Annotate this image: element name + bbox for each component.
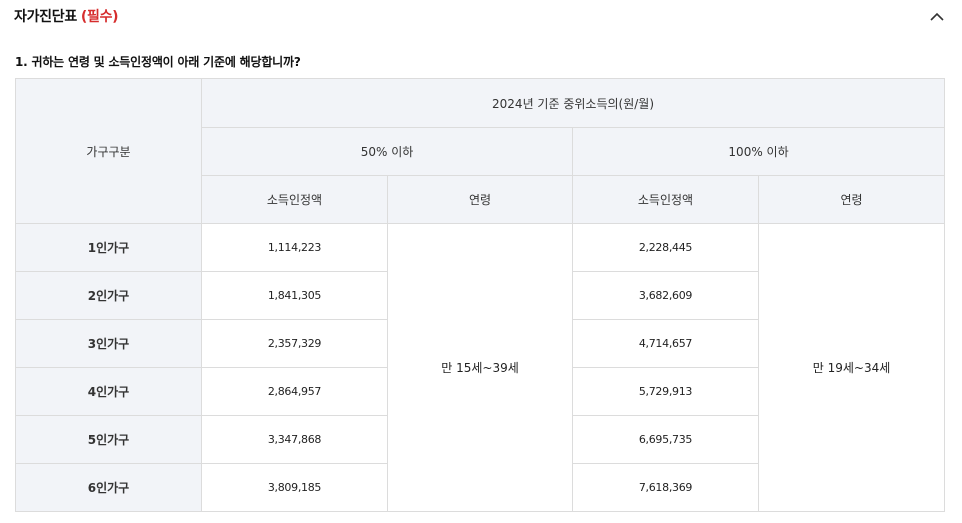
income-col-header-50: 소득인정액 — [201, 175, 388, 224]
self-diagnosis-panel: 자가진단표 (필수) 1. 귀하는 연령 및 소득인정액이 아래 기준에 해당합… — [0, 0, 962, 523]
collapse-button[interactable] — [926, 5, 948, 27]
household-cell: 2인가구 — [15, 271, 202, 320]
household-cell: 3인가구 — [15, 319, 202, 368]
group-100-header: 100% 이하 — [571, 127, 946, 176]
section-title: 자가진단표 — [14, 9, 77, 25]
household-cell: 6인가구 — [15, 463, 202, 512]
chevron-up-icon — [930, 12, 944, 21]
income-50-cell: 2,357,329 — [201, 319, 388, 368]
age-range-50-cell: 만 15세~39세 — [387, 223, 573, 512]
section-header: 자가진단표 (필수) — [14, 4, 119, 28]
household-cell: 1인가구 — [15, 223, 202, 272]
household-cell: 5인가구 — [15, 415, 202, 464]
income-100-cell: 2,228,445 — [572, 223, 759, 272]
income-100-cell: 5,729,913 — [572, 367, 759, 416]
age-col-header-100: 연령 — [757, 175, 946, 224]
group-50-header: 50% 이하 — [201, 127, 573, 176]
table-row: 1인가구 1,114,223 만 15세~39세 2,228,445 만 19세… — [15, 223, 946, 512]
income-50-cell: 2,864,957 — [201, 367, 388, 416]
household-type-header: 가구구분 — [15, 78, 202, 224]
income-100-cell: 3,682,609 — [572, 271, 759, 320]
income-50-cell: 1,114,223 — [201, 223, 388, 272]
required-label: (필수) — [80, 9, 119, 25]
household-cell: 4인가구 — [15, 367, 202, 416]
question-text: 1. 귀하는 연령 및 소득인정액이 아래 기준에 해당합니까? — [15, 55, 301, 69]
income-col-header-100: 소득인정액 — [572, 175, 759, 224]
income-50-cell: 1,841,305 — [201, 271, 388, 320]
age-range-100-cell: 만 19세~34세 — [757, 223, 946, 512]
income-50-cell: 3,347,868 — [201, 415, 388, 464]
income-100-cell: 7,618,369 — [572, 463, 759, 512]
age-col-header-50: 연령 — [387, 175, 573, 224]
income-100-cell: 4,714,657 — [572, 319, 759, 368]
income-100-cell: 6,695,735 — [572, 415, 759, 464]
income-criteria-table: 가구구분 2024년 기준 중위소득의(원/월) 50% 이하 100% 이하 … — [15, 78, 946, 512]
income-50-cell: 3,809,185 — [201, 463, 388, 512]
median-income-header: 2024년 기준 중위소득의(원/월) — [200, 78, 946, 128]
